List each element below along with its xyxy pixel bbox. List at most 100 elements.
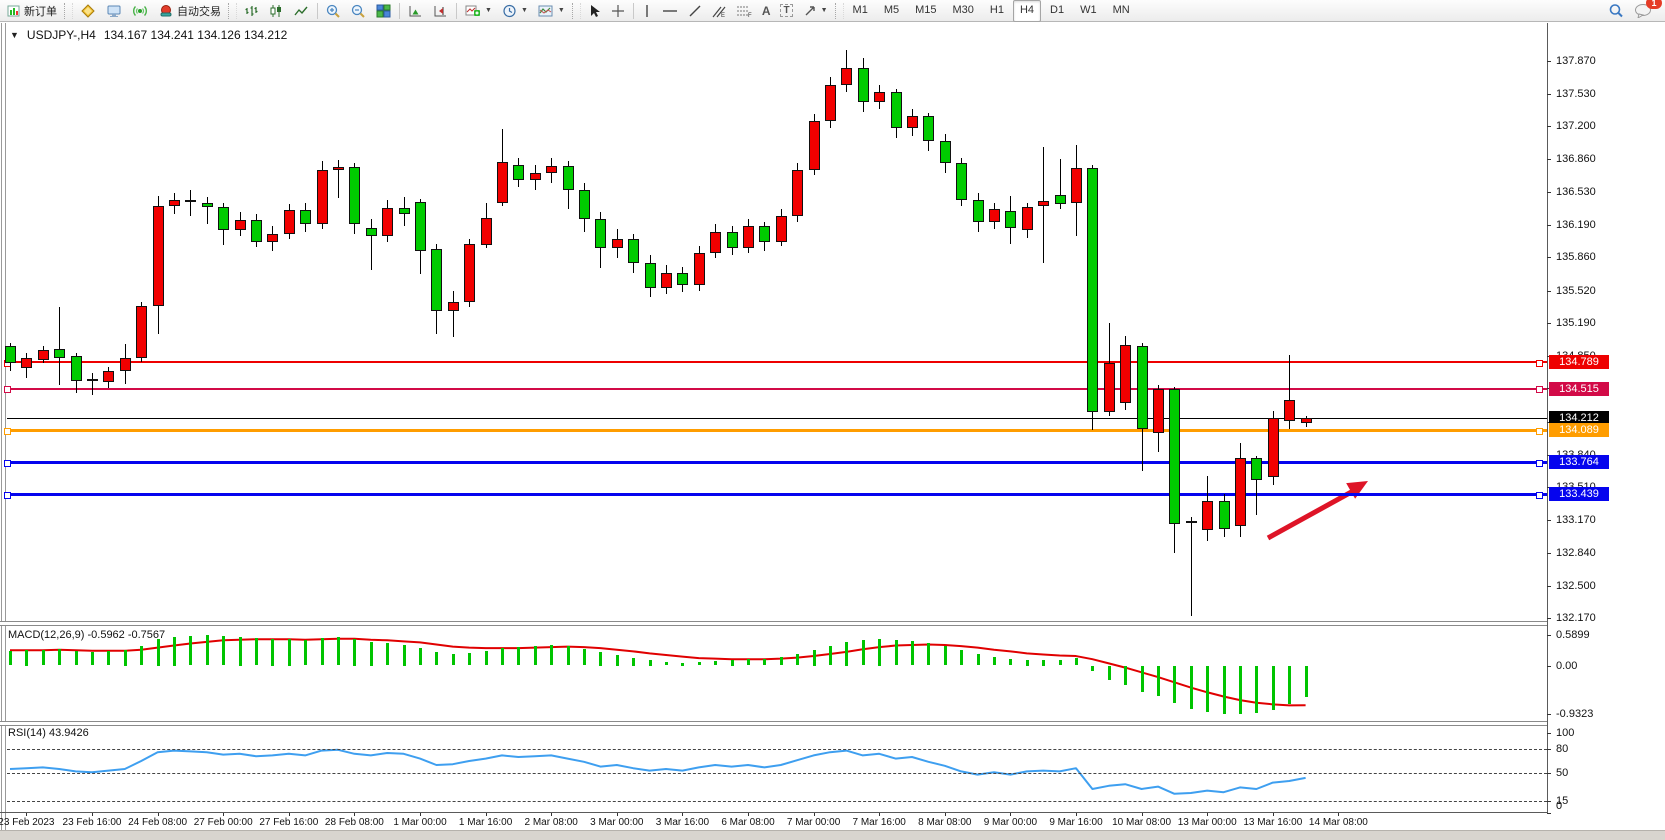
line-handle[interactable] (4, 386, 11, 393)
time-tick-mark (1338, 813, 1339, 816)
timeframe-h1[interactable]: H1 (983, 0, 1011, 22)
horizontal-line-134.789[interactable] (7, 361, 1547, 363)
market-watch-button[interactable] (75, 0, 101, 22)
line-handle[interactable] (1536, 460, 1543, 467)
candlestick-bar (563, 166, 574, 189)
timeframe-m1[interactable]: M1 (846, 0, 875, 22)
template-button[interactable]: ▼ (533, 0, 570, 22)
time-tick-mark (420, 813, 421, 816)
terminal-button[interactable] (101, 0, 127, 22)
horizontal-line-133.439[interactable] (7, 493, 1547, 496)
time-tick-mark (223, 813, 224, 816)
trendline-icon (688, 4, 702, 18)
bar-chart-mode-button[interactable] (239, 0, 264, 22)
new-order-button[interactable]: 新订单 (2, 0, 62, 22)
zoom-in-button[interactable] (321, 0, 346, 22)
horizontal-line-icon (662, 4, 678, 18)
horizontal-line-tool[interactable] (657, 0, 683, 22)
macd-histogram-bar (75, 651, 78, 666)
macd-histogram-bar (927, 643, 930, 666)
candlestick-mode-button[interactable] (264, 0, 289, 22)
candlestick-bar (858, 68, 869, 102)
toolbar-separator (317, 3, 318, 19)
macd-histogram-bar (993, 657, 996, 665)
zoom-in-icon (326, 4, 341, 18)
gold-diamond-icon (80, 4, 96, 18)
horizontal-line-134.515[interactable] (7, 388, 1547, 390)
horizontal-line-134.089[interactable] (7, 429, 1547, 432)
candlestick-bar (169, 200, 180, 207)
fibonacci-tool[interactable]: F (731, 0, 757, 22)
rsi-tick-mark (1547, 773, 1551, 774)
zoom-out-button[interactable] (346, 0, 371, 22)
time-tick-mark (289, 813, 290, 816)
line-handle[interactable] (1536, 386, 1543, 393)
trend-arrow-shaft[interactable] (1268, 490, 1355, 538)
line-handle[interactable] (1536, 428, 1543, 435)
chart-shift-icon (408, 4, 423, 18)
vertical-line-tool[interactable] (637, 0, 657, 22)
macd-histogram-bar (616, 655, 619, 666)
text-tool[interactable]: A (757, 0, 776, 22)
tile-windows-button[interactable] (371, 0, 396, 22)
candlestick-bar (87, 379, 98, 381)
candlestick-bar (202, 203, 213, 208)
trend-arrow-head[interactable] (1346, 481, 1368, 499)
timeframe-d1[interactable]: D1 (1043, 0, 1071, 22)
line-handle[interactable] (4, 492, 11, 499)
macd-histogram-bar (960, 650, 963, 665)
timeframe-m15[interactable]: M15 (908, 0, 943, 22)
time-axis-label: 7 Mar 00:00 (787, 817, 840, 828)
horizontal-line-134.212[interactable] (7, 418, 1547, 419)
macd-histogram-bar (829, 646, 832, 666)
rsi-tick-label: 50 (1556, 767, 1568, 779)
signal-button[interactable] (127, 0, 153, 22)
line-handle[interactable] (1536, 360, 1543, 367)
notifications-button[interactable]: 1 (1629, 0, 1657, 22)
channel-tool[interactable]: E (707, 0, 731, 22)
horizontal-line-133.764[interactable] (7, 461, 1547, 464)
macd-tick-label: -0.9323 (1556, 708, 1593, 720)
price-tick-mark (1547, 323, 1551, 324)
add-indicator-button[interactable]: ▼ (460, 0, 497, 22)
candlestick-bar (710, 232, 721, 254)
periods-button[interactable]: ▼ (497, 0, 533, 22)
candlestick-bar (38, 350, 49, 360)
chart-shift-button[interactable] (403, 0, 428, 22)
line-handle[interactable] (4, 460, 11, 467)
cursor-button[interactable] (583, 0, 606, 22)
trendline-tool[interactable] (683, 0, 707, 22)
candlestick-bar (907, 116, 918, 128)
candlestick-bar (349, 167, 360, 224)
fibonacci-icon: F (736, 4, 752, 18)
line-handle[interactable] (1536, 492, 1543, 499)
auto-trading-button[interactable]: 自动交易 (153, 0, 226, 22)
candlestick-bar (546, 166, 557, 173)
crosshair-button[interactable] (606, 0, 630, 22)
timeframe-m5[interactable]: M5 (877, 0, 906, 22)
timeframe-mn[interactable]: MN (1106, 0, 1137, 22)
shapes-tool[interactable]: ▼ (798, 0, 833, 22)
line-chart-mode-button[interactable] (289, 0, 314, 22)
time-axis-label: 2 Mar 08:00 (525, 817, 578, 828)
line-handle[interactable] (4, 428, 11, 435)
search-button[interactable] (1603, 0, 1629, 22)
signal-icon (132, 4, 148, 18)
price-tick-mark (1547, 192, 1551, 193)
timeframe-m30[interactable]: M30 (946, 0, 981, 22)
line-chart-icon (294, 4, 309, 18)
chart-autoscroll-button[interactable] (428, 0, 453, 22)
timeframe-w1[interactable]: W1 (1073, 0, 1104, 22)
macd-tick-label: 0.00 (1556, 660, 1577, 672)
candle-wick (190, 190, 191, 216)
macd-histogram-bar (878, 639, 881, 665)
text-label-tool[interactable]: T (775, 0, 797, 22)
macd-histogram-bar (1255, 666, 1258, 713)
timeframe-h4[interactable]: H4 (1013, 0, 1041, 22)
candlestick-bar (612, 239, 623, 249)
time-tick-mark (158, 813, 159, 816)
candlestick-bar (1284, 400, 1295, 421)
macd-tick-label: 0.5899 (1556, 629, 1590, 641)
time-tick-mark (1010, 813, 1011, 816)
candlestick-bar (1186, 521, 1197, 523)
